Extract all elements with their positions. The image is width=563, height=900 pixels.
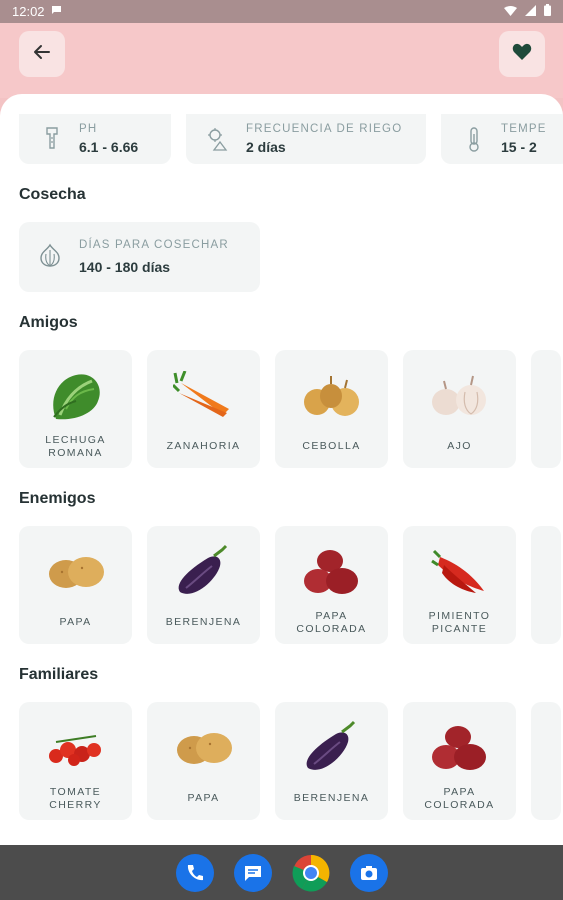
garlic-outline-icon [37,242,63,273]
plant-card-more[interactable] [531,702,561,820]
info-label: Tempe [501,123,547,135]
plant-name: TOMATE CHERRY [49,786,102,811]
garlic-icon [403,364,516,428]
harvest-card: Días para cosechar 140 - 180 días [19,222,260,292]
section-title-harvest: Cosecha [19,186,86,203]
carrot-icon [147,364,260,428]
section-title-friends: Amigos [19,314,78,331]
plant-name: BERENJENA [165,616,242,628]
plant-name: AJO [447,440,472,452]
eggplant-icon [147,540,260,604]
info-card-watering: Frecuencia de riego 2 días [186,114,426,164]
messages-app-icon[interactable] [233,853,272,892]
plant-name: LECHUGA ROMANA [45,434,106,459]
plant-name: CEBOLLA [302,440,361,452]
eggplant-icon [275,716,388,780]
phone-app-icon[interactable] [175,853,214,892]
system-dock [0,845,563,900]
plant-card-eggplant[interactable]: BERENJENA [147,526,260,644]
heart-icon [512,43,532,66]
plant-name: ZANAHORIA [166,440,241,452]
signal-icon [525,4,536,19]
info-value: 6.1 - 6.66 [79,139,139,155]
cherry-tomato-icon [19,716,132,780]
battery-icon [544,4,551,19]
harvest-value: 140 - 180 días [79,259,171,275]
info-cards-row[interactable]: PH 6.1 - 6.66 Frecuencia de riego 2 días… [19,114,563,164]
message-notification-icon [51,5,62,18]
plant-card-garlic[interactable]: AJO [403,350,516,468]
app-bar [0,23,563,98]
plant-card-red-potato[interactable]: PAPA COLORADA [403,702,516,820]
camera-app-icon[interactable] [349,853,388,892]
plant-card-lettuce[interactable]: LECHUGA ROMANA [19,350,132,468]
red-potato-icon [403,716,516,780]
friends-row[interactable]: LECHUGA ROMANA ZANAHORIA CEBOLLA AJO [19,350,563,468]
ph-probe-icon [39,126,65,152]
status-time: 12:02 [12,4,45,19]
plant-detail-sheet[interactable]: PH 6.1 - 6.66 Frecuencia de riego 2 días… [0,94,563,845]
section-title-enemies: Enemigos [19,490,96,507]
plant-card-red-potato[interactable]: PAPA COLORADA [275,526,388,644]
plant-card-chili[interactable]: PIMIENTO PICANTE [403,526,516,644]
potato-icon [147,716,260,780]
info-label: PH [79,123,98,135]
plant-card-eggplant[interactable]: BERENJENA [275,702,388,820]
harvest-label: Días para cosechar [79,239,229,251]
plant-card-more[interactable] [531,526,561,644]
info-value: 15 - 2 [501,139,537,155]
status-bar: 12:02 [0,0,563,23]
plant-name: BERENJENA [293,792,370,804]
plant-card-more[interactable] [531,350,561,468]
thermometer-icon [461,126,487,152]
plant-name: PIMIENTO PICANTE [428,610,491,635]
lettuce-icon [19,364,132,428]
favorite-button[interactable] [499,31,545,77]
wifi-icon [504,5,517,19]
info-card-ph: PH 6.1 - 6.66 [19,114,171,164]
watering-icon [206,126,232,152]
onion-icon [275,364,388,428]
plant-card-onion[interactable]: CEBOLLA [275,350,388,468]
info-label: Frecuencia de riego [246,123,403,135]
plant-name: PAPA [187,792,220,804]
plant-card-potato[interactable]: PAPA [147,702,260,820]
chrome-app-icon[interactable] [292,854,330,892]
chili-pepper-icon [403,540,516,604]
family-row[interactable]: TOMATE CHERRY PAPA BERENJENA PAPA COLORA… [19,702,563,820]
plant-name: PAPA COLORADA [296,610,367,635]
section-title-family: Familiares [19,666,99,683]
potato-icon [19,540,132,604]
back-button[interactable] [19,31,65,77]
enemies-row[interactable]: PAPA BERENJENA PAPA COLORADA PIMIENTO PI… [19,526,563,644]
plant-name: PAPA [59,616,92,628]
arrow-left-icon [33,43,51,66]
plant-card-carrot[interactable]: ZANAHORIA [147,350,260,468]
plant-card-potato[interactable]: PAPA [19,526,132,644]
red-potato-icon [275,540,388,604]
plant-name: PAPA COLORADA [424,786,495,811]
plant-card-cherry-tomato[interactable]: TOMATE CHERRY [19,702,132,820]
info-value: 2 días [246,139,286,155]
info-card-temperature: Tempe 15 - 2 [441,114,563,164]
